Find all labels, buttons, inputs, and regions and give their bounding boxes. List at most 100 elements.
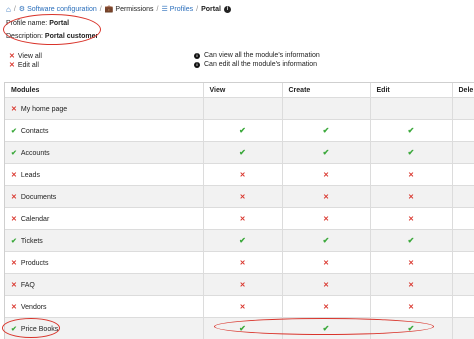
check-icon[interactable]: ✔	[11, 150, 17, 157]
delete-cell	[452, 142, 474, 164]
module-cell: ✕Documents	[5, 186, 203, 208]
create-cell: ✔	[282, 230, 370, 252]
header-create: Create	[282, 83, 370, 98]
legend-view-info-label: Can view all the module's information	[204, 52, 320, 59]
create-cell: ✔	[282, 142, 370, 164]
table-row: ✔ Accounts ✔ ✔ ✔	[5, 142, 474, 164]
check-icon[interactable]: ✔	[323, 148, 330, 157]
check-icon[interactable]: ✔	[11, 238, 17, 245]
cross-icon[interactable]: ✕	[323, 172, 329, 179]
delete-cell	[452, 296, 474, 318]
permissions-table-body: ✕My home page✔Contacts✔✔✔✔Accounts✔✔✔✕Le…	[5, 98, 474, 339]
view-cell: ✕	[203, 186, 282, 208]
cross-icon[interactable]: ✕	[240, 282, 246, 289]
table-header-row: Modules View Create Edit Dele	[5, 83, 474, 98]
cross-icon[interactable]: ✕	[408, 304, 414, 311]
table-row: ✕ Vendors ✕ ✕ ✕	[5, 296, 474, 318]
edit-cell: ✕	[370, 208, 452, 230]
module-cell: ✔Tickets	[5, 230, 203, 252]
check-icon[interactable]: ✔	[408, 126, 415, 135]
breadcrumb-separator: /	[157, 6, 159, 13]
module-cell: ✔ Accounts	[5, 142, 203, 164]
cross-icon: ✕	[9, 61, 15, 69]
breadcrumb-profiles[interactable]: ☰Profiles	[161, 5, 193, 13]
cross-icon[interactable]: ✕	[11, 282, 17, 289]
check-icon[interactable]: ✔	[408, 236, 415, 245]
module-cell: ✕FAQ	[5, 274, 203, 296]
annotation-ellipse-price-books	[2, 318, 60, 338]
check-icon[interactable]: ✔	[239, 236, 246, 245]
check-icon[interactable]: ✔	[408, 148, 415, 157]
check-icon[interactable]: ✔	[239, 148, 246, 157]
breadcrumb-permissions: 💼Permissions	[105, 5, 154, 13]
module-cell: ✕ Products	[5, 252, 203, 274]
cross-icon[interactable]: ✕	[408, 194, 414, 201]
cross-icon[interactable]: ✕	[240, 172, 246, 179]
cross-icon[interactable]: ✕	[323, 260, 329, 267]
edit-cell: ✕	[370, 252, 452, 274]
cross-icon[interactable]: ✕	[240, 194, 246, 201]
module-label: Accounts	[21, 150, 50, 157]
cross-icon[interactable]: ✕	[11, 194, 17, 201]
module-label: Calendar	[21, 216, 49, 223]
cross-icon[interactable]: ✕	[408, 216, 414, 223]
view-cell: ✔	[203, 142, 282, 164]
module-cell: ✔Contacts	[5, 120, 203, 142]
cross-icon[interactable]: ✕	[11, 260, 17, 267]
check-icon[interactable]: ✔	[11, 128, 17, 135]
check-icon[interactable]: ✔	[239, 126, 246, 135]
breadcrumb-label: Permissions	[115, 6, 153, 13]
cross-icon[interactable]: ✕	[408, 282, 414, 289]
info-icon[interactable]: i	[224, 6, 231, 13]
cross-icon[interactable]: ✕	[240, 216, 246, 223]
module-label: Leads	[21, 172, 40, 179]
home-icon[interactable]: ⌂	[6, 5, 11, 14]
table-row: ✕Documents✕✕✕	[5, 186, 474, 208]
view-cell: ✕	[203, 208, 282, 230]
edit-cell: ✔	[370, 142, 452, 164]
briefcase-icon: 💼	[105, 6, 114, 13]
cross-icon[interactable]: ✕	[240, 260, 246, 267]
check-icon[interactable]: ✔	[323, 236, 330, 245]
legend-view-all-label: View all	[18, 53, 42, 60]
legend-edit-info: i Can edit all the module's information	[194, 61, 317, 68]
check-icon[interactable]: ✔	[323, 126, 330, 135]
delete-cell	[452, 208, 474, 230]
cross-icon[interactable]: ✕	[323, 282, 329, 289]
delete-cell	[452, 274, 474, 296]
view-cell: ✔	[203, 230, 282, 252]
cross-icon[interactable]: ✕	[240, 304, 246, 311]
cross-icon: ✕	[9, 52, 15, 60]
edit-cell	[370, 98, 452, 120]
table-row: ✕ Calendar ✕ ✕ ✕	[5, 208, 474, 230]
breadcrumb-label: Profiles	[170, 6, 193, 13]
breadcrumb-software-configuration[interactable]: ⚙Software configuration	[19, 5, 97, 13]
create-cell: ✕	[282, 296, 370, 318]
view-cell: ✕	[203, 252, 282, 274]
cross-icon[interactable]: ✕	[11, 216, 17, 223]
module-cell: ✕My home page	[5, 98, 203, 120]
legend-edit-all-label: Edit all	[18, 62, 39, 69]
cross-icon[interactable]: ✕	[323, 304, 329, 311]
cross-icon[interactable]: ✕	[408, 172, 414, 179]
breadcrumb-label: Software configuration	[27, 6, 97, 13]
cross-icon[interactable]: ✕	[11, 304, 17, 311]
legend-view-all: ✕ View all	[9, 52, 42, 60]
edit-cell: ✕	[370, 186, 452, 208]
module-label: Products	[21, 260, 49, 267]
module-cell: ✕ Vendors	[5, 296, 203, 318]
annotation-ellipse-price-books-permissions	[214, 318, 434, 335]
cross-icon[interactable]: ✕	[11, 106, 17, 113]
create-cell: ✕	[282, 274, 370, 296]
cross-icon[interactable]: ✕	[408, 260, 414, 267]
breadcrumb: ⌂ / ⚙Software configuration / 💼Permissio…	[6, 3, 231, 15]
cross-icon[interactable]: ✕	[323, 216, 329, 223]
delete-cell	[452, 252, 474, 274]
permissions-table-container: Modules View Create Edit Dele ✕My home p…	[4, 82, 474, 339]
cross-icon[interactable]: ✕	[323, 194, 329, 201]
table-row: ✔Contacts✔✔✔	[5, 120, 474, 142]
delete-cell	[452, 230, 474, 252]
view-cell	[203, 98, 282, 120]
cross-icon[interactable]: ✕	[11, 172, 17, 179]
module-label: Vendors	[21, 304, 47, 311]
